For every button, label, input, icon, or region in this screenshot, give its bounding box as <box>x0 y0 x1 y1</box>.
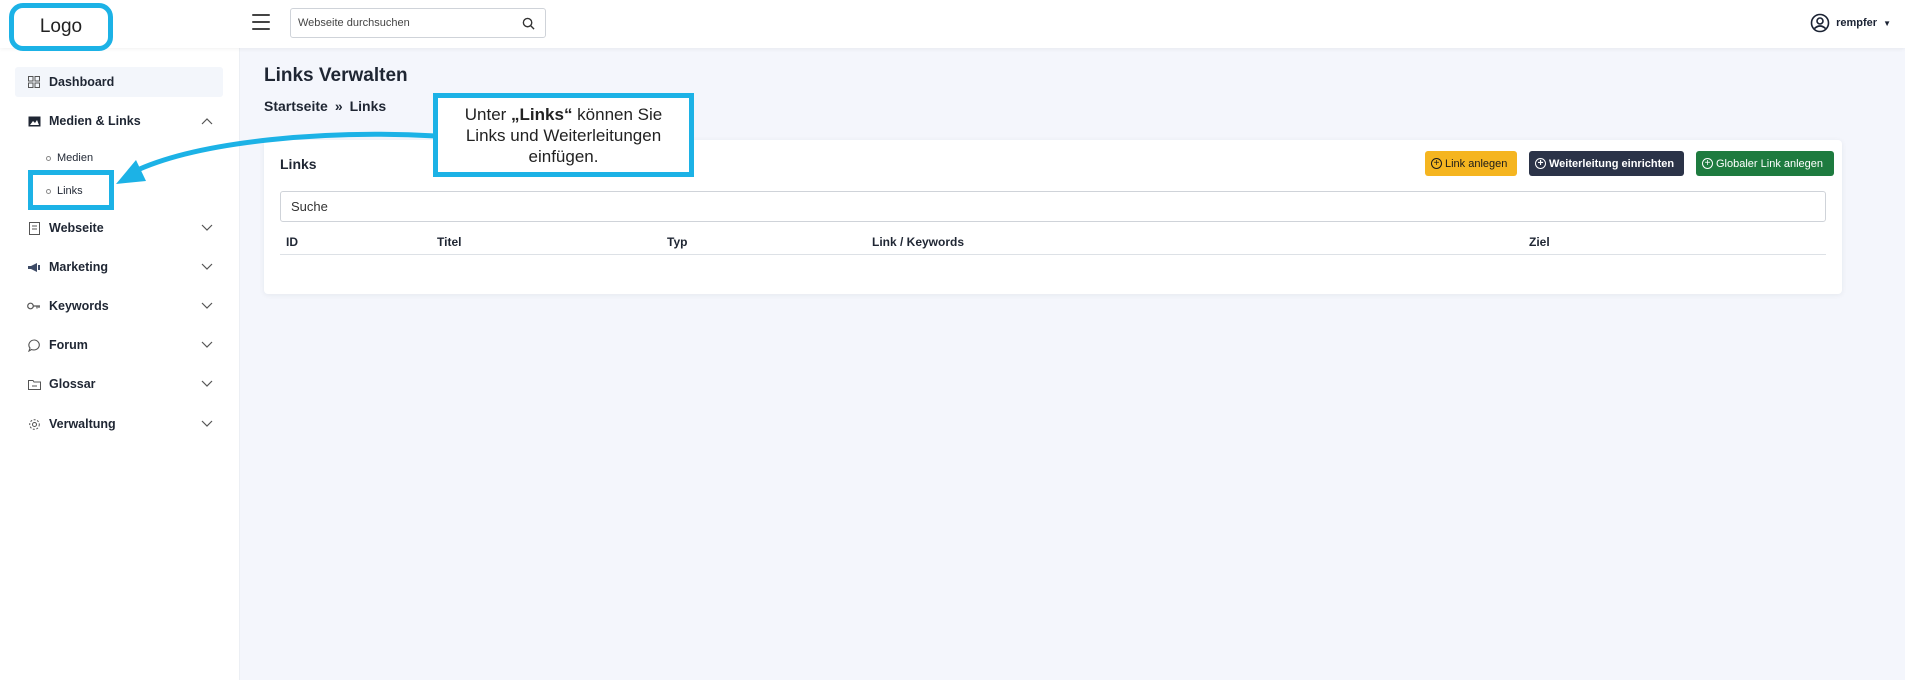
folder-icon <box>27 377 41 391</box>
callout-line-3: einfügen. <box>528 146 599 166</box>
links-search-input[interactable] <box>280 191 1826 222</box>
sidebar-item-forum[interactable]: Forum <box>15 330 223 360</box>
search-icon[interactable] <box>511 9 545 37</box>
grid-icon <box>27 75 41 89</box>
sidebar-item-label: Medien & Links <box>49 114 141 128</box>
chevron-down-icon <box>201 377 213 391</box>
chevron-down-icon <box>201 260 213 274</box>
table-header: ID Titel Typ Link / Keywords Ziel <box>280 229 1826 255</box>
column-header-typ[interactable]: Typ <box>667 235 687 249</box>
gear-icon <box>27 417 41 431</box>
create-global-link-button[interactable]: + Globaler Link anlegen <box>1696 151 1834 176</box>
circle-bullet-icon <box>46 155 51 161</box>
chevron-down-icon <box>201 417 213 431</box>
sidebar-item-label: Dashboard <box>49 75 115 89</box>
column-header-titel[interactable]: Titel <box>437 235 461 249</box>
key-icon <box>27 299 41 313</box>
chevron-up-icon <box>201 114 213 128</box>
callout-line1-suffix: können Sie <box>572 104 663 124</box>
callout-highlight: „Links“ <box>511 104 573 124</box>
column-header-link-keywords[interactable]: Link / Keywords <box>872 235 964 249</box>
sidebar: Dashboard Medien & Links Medien Links We… <box>0 48 240 680</box>
sidebar-subitem-label: Medien <box>57 152 94 164</box>
sidebar-item-webseite[interactable]: Webseite <box>15 213 223 243</box>
create-link-button[interactable]: + Link anlegen <box>1425 151 1517 176</box>
user-circle-icon <box>1810 13 1830 33</box>
sidebar-item-label: Webseite <box>49 221 104 235</box>
sidebar-item-label: Forum <box>49 338 88 352</box>
callout-line-2: Links und Weiterleitungen <box>465 125 662 145</box>
annotation-callout: Unter „Links“ können Sie Links und Weite… <box>433 93 694 177</box>
breadcrumb: Startseite » Links <box>264 98 386 114</box>
create-redirect-label: Weiterleitung einrichten <box>1549 157 1675 170</box>
megaphone-icon <box>27 260 41 274</box>
create-redirect-button[interactable]: + Weiterleitung einrichten <box>1529 151 1684 176</box>
caret-down-icon: ▼ <box>1883 18 1891 28</box>
logo-text: Logo <box>39 16 83 37</box>
logo[interactable]: Logo <box>9 3 113 51</box>
column-header-ziel[interactable]: Ziel <box>1529 235 1550 249</box>
user-name: rempfer <box>1836 17 1878 29</box>
create-global-link-label: Globaler Link anlegen <box>1716 157 1824 170</box>
card-title: Links <box>280 156 317 172</box>
sidebar-item-glossar[interactable]: Glossar <box>15 369 223 399</box>
site-search-input[interactable] <box>291 9 511 37</box>
callout-line-1: Unter „Links“ können Sie <box>465 104 663 125</box>
chevron-down-icon <box>201 338 213 352</box>
create-link-label: Link anlegen <box>1445 157 1508 170</box>
hamburger-icon[interactable] <box>252 14 270 30</box>
document-icon <box>27 221 41 235</box>
sidebar-item-label: Verwaltung <box>49 417 116 431</box>
callout-prefix: Unter <box>464 104 512 124</box>
breadcrumb-current: Links <box>349 98 387 114</box>
sidebar-item-verwaltung[interactable]: Verwaltung <box>15 409 223 439</box>
page-title: Links Verwalten <box>264 65 408 86</box>
sidebar-item-label: Marketing <box>49 260 109 274</box>
sidebar-item-dashboard[interactable]: Dashboard <box>15 67 223 97</box>
sidebar-item-label: Glossar <box>49 377 96 391</box>
chevron-down-icon <box>201 221 213 235</box>
site-search <box>290 8 546 38</box>
top-bar: rempfer ▼ <box>0 0 1905 48</box>
sidebar-subitem-medien[interactable]: Medien <box>46 148 93 168</box>
highlight-box-links <box>28 170 114 210</box>
chat-icon <box>27 338 41 352</box>
user-menu[interactable]: rempfer ▼ <box>1810 13 1891 33</box>
plus-circle-icon: + <box>1535 158 1546 169</box>
breadcrumb-separator: » <box>334 98 343 114</box>
sidebar-item-medien-links[interactable]: Medien & Links <box>15 106 223 136</box>
sidebar-item-label: Keywords <box>49 299 109 313</box>
sidebar-item-keywords[interactable]: Keywords <box>15 291 223 321</box>
image-icon <box>27 114 41 128</box>
column-header-id[interactable]: ID <box>286 235 298 249</box>
sidebar-item-marketing[interactable]: Marketing <box>15 252 223 282</box>
plus-circle-icon: + <box>1702 158 1713 169</box>
chevron-down-icon <box>201 299 213 313</box>
plus-circle-icon: + <box>1431 158 1442 169</box>
breadcrumb-home[interactable]: Startseite <box>264 98 328 114</box>
